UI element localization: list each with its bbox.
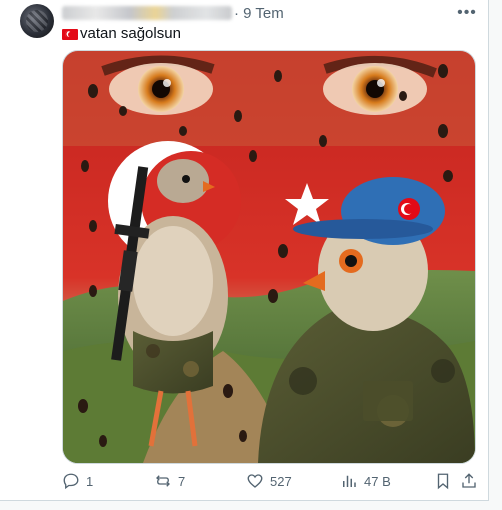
more-options-button[interactable]: ••• [456,2,478,24]
more-horizontal-icon: ••• [457,4,477,21]
share-button[interactable] [460,470,484,492]
reply-count: 1 [86,473,94,489]
bookmark-icon [437,473,449,490]
repost-button[interactable]: 7 [154,470,185,492]
reply-button[interactable]: 1 [62,470,93,492]
tweet-image[interactable] [62,50,476,464]
action-bar: 1 7 527 47 B [62,470,478,492]
post-date[interactable]: · 9 Tem [234,5,284,22]
like-count: 527 [270,473,292,489]
views-button[interactable]: 47 B [340,470,391,492]
bookmark-button[interactable] [434,470,458,492]
repost-count: 7 [178,473,186,489]
author-name-blurred[interactable] [62,6,232,20]
tweet-text-content: vatan sağolsun [80,25,181,42]
turkey-flag-emoji [62,28,78,40]
avatar[interactable] [20,4,54,38]
like-button[interactable]: 527 [246,470,292,492]
reply-icon [63,473,79,490]
like-icon [247,474,263,488]
views-icon [343,475,356,487]
share-icon [462,473,476,488]
tweet-text: vatan sağolsun [62,24,181,44]
tweet-card: · 9 Tem ••• vatan sağolsun 1 7 527 47 B [0,0,489,501]
ai-art-image [63,51,475,463]
repost-icon [156,475,170,487]
views-count: 47 B [364,473,391,489]
